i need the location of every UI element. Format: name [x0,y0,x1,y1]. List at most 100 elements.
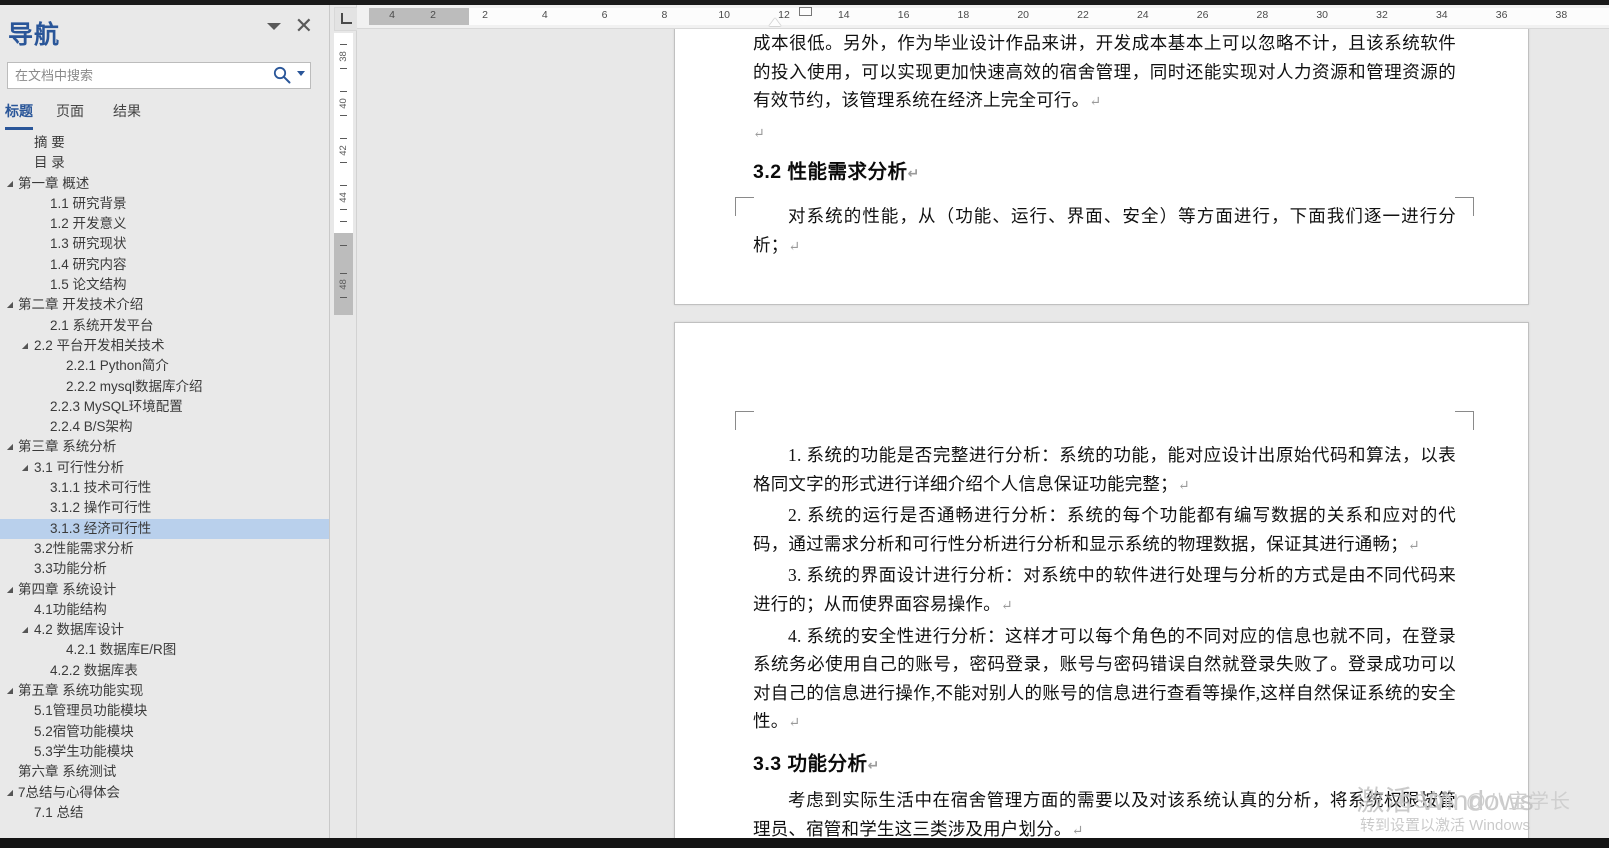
outline-item-label: 第六章 系统测试 [18,764,117,780]
paragraph-text: 对系统的性能，从（功能、运行、界面、安全）等方面进行，下面我们逐一进行分析； [753,206,1456,255]
ruler-tick [340,115,347,116]
chevron-down-icon[interactable] [297,71,305,76]
outline-item[interactable]: ◢ 第一章 概述 [0,174,329,194]
outline-item[interactable]: ◢ 2.2 平台开发相关技术 [0,336,329,356]
outline-item-label: 3.1.3 经济可行性 [50,520,152,536]
outline-item[interactable]: 7.1 总结 [0,803,329,823]
outline-item-label: 目 录 [34,155,65,171]
outline-item[interactable]: 1.4 研究内容 [0,255,329,275]
outline-item[interactable]: 4.1功能结构 [0,600,329,620]
vertical-ruler-margin[interactable]: 48 [334,233,353,315]
ruler-tick [340,138,347,139]
text-boundary-mark [1455,411,1474,430]
tab-pages[interactable]: 页面 [56,101,84,127]
outline-item[interactable]: ◢ 第二章 开发技术介绍 [0,295,329,315]
ruler-tick [340,68,347,69]
tab-headings[interactable]: 标题 [5,101,33,130]
search-container [7,62,311,89]
spellcheck-underlined-word[interactable]: 宿管 [806,818,842,838]
outline-item[interactable]: ◢ 4.2 数据库设计 [0,620,329,640]
outline-item[interactable]: 5.1管理员功能模块 [0,701,329,721]
outline-item[interactable]: 1.3 研究现状 [0,234,329,254]
outline-item[interactable]: 2.1 系统开发平台 [0,316,329,336]
heading-text: 3.2 性能需求分析 [753,161,908,184]
pilcrow-mark: ↵ [788,239,801,255]
chevron-down-icon[interactable] [267,23,281,30]
outline-item[interactable]: ◢ 3.1 可行性分析 [0,458,329,478]
ruler-tick [340,91,347,92]
document-page-1[interactable]: 成本很低。另外，作为毕业设计作品来讲，开发成本基本上可以忽略不计，且该系统软件的… [674,29,1529,305]
ruler-number: 18 [957,9,970,21]
heading-3-3: 3.3 功能分析↵ [753,749,1456,780]
outline-item[interactable]: 2.2.2 mysql数据库介绍 [0,377,329,397]
outline-item[interactable]: 1.5 论文结构 [0,275,329,295]
outline-item[interactable]: 3.3功能分析 [0,559,329,579]
outline-item[interactable]: ◢ 第五章 系统功能实现 [0,681,329,701]
document-canvas[interactable]: 成本很低。另外，作为毕业设计作品来讲，开发成本基本上可以忽略不计，且该系统软件的… [357,29,1609,838]
ruler-tick [340,297,347,298]
outline-item[interactable]: 4.2.2 数据库表 [0,661,329,681]
outline-item-label: 1.1 研究背景 [50,195,127,211]
ruler-tick [340,185,347,186]
outline-item-label: 3.2性能需求分析 [34,540,134,556]
outline-item[interactable]: 2.2.3 MySQL环境配置 [0,397,329,417]
vertical-ruler-column: 38 40 42 44 48 [331,5,358,838]
outline-item-label: 第二章 开发技术介绍 [18,297,144,313]
outline-item[interactable]: 5.2宿管功能模块 [0,722,329,742]
expand-triangle-icon[interactable]: ◢ [20,620,30,640]
outline-item-label: 4.1功能结构 [34,601,107,617]
outline-item-label: 第一章 概述 [18,175,90,191]
ruler-number: 30 [1316,9,1329,21]
outline-item-label: 第四章 系统设计 [18,581,117,597]
outline-item[interactable]: 2.2.4 B/S架构 [0,417,329,437]
tab-stop-left-icon[interactable] [334,7,358,31]
outline-item-label: 5.2宿管功能模块 [34,723,134,739]
expand-triangle-icon[interactable]: ◢ [20,458,30,478]
expand-triangle-icon[interactable]: ◢ [5,437,15,457]
pilcrow-mark: ↵ [867,756,880,773]
paragraph-3-2: 对系统的性能，从（功能、运行、界面、安全）等方面进行，下面我们逐一进行分析；↵ [753,202,1456,262]
close-icon[interactable]: ✕ [295,15,313,37]
ruler-number: 34 [1435,9,1448,21]
outline-item-label: 摘 要 [34,135,65,150]
outline-item[interactable]: 2.2.1 Python简介 [0,356,329,376]
ruler-number: 2 [482,9,488,21]
outline-item[interactable]: ◢ 7总结与心得体会 [0,783,329,803]
outline-item[interactable]: 第六章 系统测试 [0,762,329,782]
outline-item[interactable]: 1.2 开发意义 [0,214,329,234]
outline-item[interactable]: 3.1.2 操作可行性 [0,498,329,518]
expand-triangle-icon[interactable]: ◢ [20,336,30,356]
outline-item[interactable]: ◢ 第三章 系统分析 [0,437,329,457]
expand-triangle-icon[interactable]: ◢ [5,295,15,315]
tab-results[interactable]: 结果 [113,101,141,127]
outline-item[interactable]: 3.1.3 经济可行性 [0,518,329,539]
outline-item[interactable]: 1.1 研究背景 [0,194,329,214]
ruler-tick [340,221,347,222]
ruler-tick [340,273,347,274]
ruler-number: 48 [338,279,349,290]
horizontal-ruler[interactable]: 4224681012141618202224262830323436384042… [357,5,1609,29]
document-page-2[interactable]: 1. 系统的功能是否完整进行分析：系统的功能，能对应设计出原始代码和算法，以表格… [674,322,1529,838]
search-input[interactable] [7,62,311,89]
search-icon[interactable] [273,66,291,84]
vertical-ruler[interactable]: 38 40 42 44 [334,33,353,233]
outline-item[interactable]: 目 录 [0,153,329,173]
expand-triangle-icon[interactable]: ◢ [5,783,15,803]
outline-item[interactable]: 5.3学生功能模块 [0,742,329,762]
first-line-indent-marker[interactable] [799,7,812,23]
outline-item-label: 7.1 总结 [34,804,84,820]
navigation-tabs: 标题 页面 结果 [0,101,329,130]
ruler-number: 24 [1136,9,1149,21]
outline-item[interactable]: ◢ 第四章 系统设计 [0,580,329,600]
expand-triangle-icon[interactable]: ◢ [5,174,15,194]
ruler-number: 38 [338,51,349,62]
outline-item[interactable]: 4.2.1 数据库E/R图 [0,640,329,660]
outline-item-label: 7总结与心得体会 [18,784,121,800]
outline-item[interactable]: 3.1.1 技术可行性 [0,478,329,498]
outline-item[interactable]: 摘 要 [0,133,329,153]
paragraph-continued: 成本很低。另外，作为毕业设计作品来讲，开发成本基本上可以忽略不计，且该系统软件的… [753,29,1456,118]
outline-item-label: 3.1.2 操作可行性 [50,500,152,516]
expand-triangle-icon[interactable]: ◢ [5,681,15,701]
expand-triangle-icon[interactable]: ◢ [5,580,15,600]
outline-item[interactable]: 3.2性能需求分析 [0,539,329,559]
